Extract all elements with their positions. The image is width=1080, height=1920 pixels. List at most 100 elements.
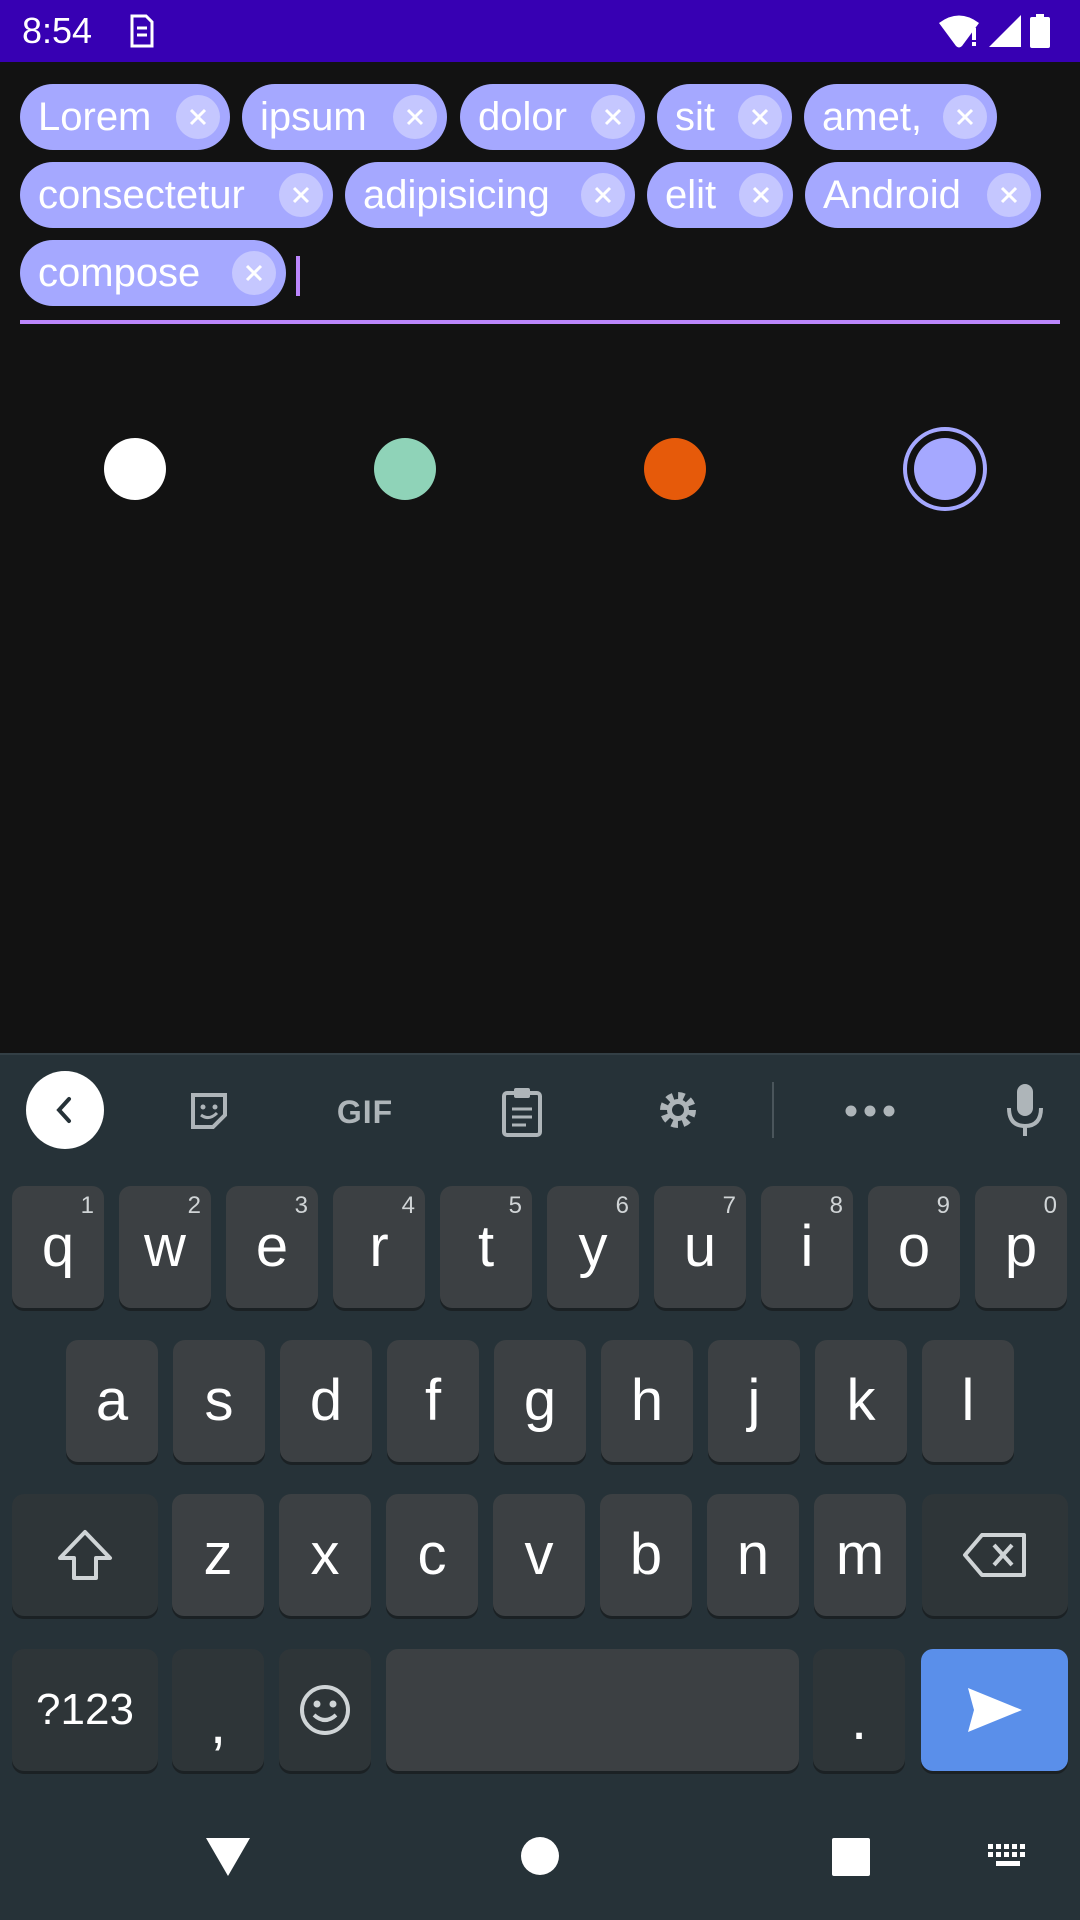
key-j[interactable]: j	[708, 1340, 800, 1462]
color-swatch[interactable]	[644, 438, 706, 500]
color-swatch[interactable]	[374, 438, 436, 500]
key-o[interactable]: o9	[868, 1186, 960, 1308]
comma-key[interactable]: ,	[172, 1649, 264, 1771]
period-key[interactable]: .	[813, 1649, 905, 1771]
close-icon[interactable]	[393, 95, 437, 139]
key-w[interactable]: w2	[119, 1186, 211, 1308]
key-c[interactable]: c	[386, 1494, 478, 1616]
settings-button[interactable]	[654, 1086, 702, 1134]
key-number-hint: 1	[80, 1192, 94, 1219]
key-x[interactable]: x	[279, 1494, 371, 1616]
key-y[interactable]: y6	[547, 1186, 639, 1308]
key-label: n	[736, 1522, 770, 1587]
key-label: k	[846, 1368, 876, 1433]
home-circle-icon[interactable]	[520, 1836, 560, 1876]
selected-color-ring	[903, 427, 987, 511]
key-n[interactable]: n	[707, 1494, 799, 1616]
tag-chip[interactable]: consectetur	[20, 162, 333, 228]
color-swatch[interactable]	[104, 438, 166, 500]
keyboard-collapse-button[interactable]	[26, 1071, 104, 1149]
close-icon[interactable]	[581, 173, 625, 217]
comma-key-label: ,	[209, 1691, 227, 1756]
tag-chip-label: ipsum	[260, 95, 367, 139]
tag-chip[interactable]: amet,	[804, 84, 997, 150]
key-b[interactable]: b	[600, 1494, 692, 1616]
gif-button[interactable]: GIF	[330, 1092, 400, 1132]
key-number-hint: 9	[936, 1192, 950, 1219]
key-label: a	[95, 1368, 129, 1433]
emoji-key[interactable]	[279, 1649, 371, 1771]
clipboard-icon	[502, 1088, 542, 1137]
tag-chip[interactable]: Android	[805, 162, 1041, 228]
key-e[interactable]: e3	[226, 1186, 318, 1308]
key-i[interactable]: i8	[761, 1186, 853, 1308]
tag-chip[interactable]: sit	[657, 84, 792, 150]
close-icon[interactable]	[987, 173, 1031, 217]
tag-chip-label: Lorem	[38, 95, 152, 139]
key-g[interactable]: g	[494, 1340, 586, 1462]
key-a[interactable]: a	[66, 1340, 158, 1462]
close-icon[interactable]	[738, 95, 782, 139]
key-s[interactable]: s	[173, 1340, 265, 1462]
key-q[interactable]: q1	[12, 1186, 104, 1308]
key-t[interactable]: t5	[440, 1186, 532, 1308]
key-l[interactable]: l	[922, 1340, 1014, 1462]
key-m[interactable]: m	[814, 1494, 906, 1616]
key-number-hint: 6	[615, 1192, 629, 1219]
backspace-key[interactable]	[922, 1494, 1068, 1616]
keyboard-switch-icon[interactable]	[986, 1842, 1030, 1872]
close-icon[interactable]	[232, 251, 276, 295]
sticker-button[interactable]	[184, 1086, 234, 1136]
key-h[interactable]: h	[601, 1340, 693, 1462]
tag-chip[interactable]: ipsum	[242, 84, 447, 150]
tag-chip[interactable]: elit	[647, 162, 793, 228]
shift-key[interactable]	[12, 1494, 158, 1616]
key-label: z	[203, 1522, 233, 1587]
space-key[interactable]	[386, 1649, 799, 1771]
tag-chip-label: sit	[675, 95, 715, 139]
back-triangle-icon[interactable]	[204, 1836, 252, 1878]
tag-chip[interactable]: dolor	[460, 84, 645, 150]
keyboard-divider	[0, 1053, 1080, 1055]
chevron-left-icon	[56, 1097, 71, 1123]
key-label: c	[417, 1522, 447, 1587]
symbols-key[interactable]: ?123	[12, 1649, 158, 1771]
key-k[interactable]: k	[815, 1340, 907, 1462]
signal-icon	[989, 15, 1021, 47]
key-number-hint: 5	[508, 1192, 522, 1219]
key-label: g	[523, 1368, 557, 1433]
recents-square-icon[interactable]	[832, 1838, 870, 1876]
backspace-icon	[963, 1533, 1026, 1577]
close-icon[interactable]	[176, 95, 220, 139]
key-label: q	[41, 1214, 75, 1279]
key-label: f	[424, 1368, 442, 1433]
close-icon[interactable]	[279, 173, 323, 217]
text-cursor	[296, 256, 300, 296]
more-options-button[interactable]	[844, 1098, 896, 1124]
key-v[interactable]: v	[493, 1494, 585, 1616]
key-f[interactable]: f	[387, 1340, 479, 1462]
tag-chip[interactable]: Lorem	[20, 84, 230, 150]
tag-chip[interactable]: compose	[20, 240, 286, 306]
close-icon[interactable]	[591, 95, 635, 139]
shift-icon	[58, 1530, 112, 1580]
sim-card-icon	[130, 14, 154, 48]
symbols-key-label: ?123	[36, 1685, 134, 1734]
key-z[interactable]: z	[172, 1494, 264, 1616]
close-icon[interactable]	[943, 95, 987, 139]
key-label: w	[144, 1214, 186, 1279]
sticker-icon	[191, 1093, 227, 1129]
close-icon[interactable]	[739, 173, 783, 217]
key-d[interactable]: d	[280, 1340, 372, 1462]
key-label: r	[369, 1214, 389, 1279]
clipboard-button[interactable]	[498, 1084, 546, 1138]
key-p[interactable]: p0	[975, 1186, 1067, 1308]
key-label: e	[255, 1214, 289, 1279]
key-r[interactable]: r4	[333, 1186, 425, 1308]
key-u[interactable]: u7	[654, 1186, 746, 1308]
send-key[interactable]	[921, 1649, 1068, 1771]
key-number-hint: 4	[401, 1192, 415, 1219]
gear-icon	[660, 1092, 696, 1128]
voice-input-button[interactable]	[1004, 1082, 1046, 1138]
tag-chip[interactable]: adipisicing	[345, 162, 635, 228]
